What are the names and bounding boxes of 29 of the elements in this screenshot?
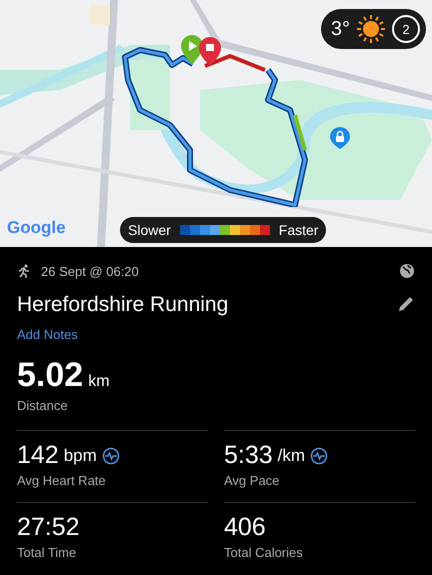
edit-icon[interactable]	[397, 295, 415, 313]
distance-value: 5.02	[17, 356, 84, 395]
map-attribution: Google	[7, 218, 66, 238]
stat-label: Avg Heart Rate	[17, 473, 107, 488]
stat-value: 142	[17, 441, 59, 470]
stat-unit: bpm	[64, 446, 97, 466]
weather-badge[interactable]: 3° 2	[320, 9, 426, 49]
legend-label: Slower	[128, 222, 171, 238]
stat-value: 5:33	[224, 441, 273, 470]
stat-unit: /km	[278, 446, 306, 466]
stat-label: Total Time	[17, 545, 78, 560]
stat-label: Avg Pace	[224, 473, 280, 488]
distance-unit: km	[88, 373, 110, 391]
activity-date: 26 Sept @ 06:20	[41, 264, 139, 278]
lock-pin-icon	[330, 127, 350, 149]
runner-icon	[17, 264, 31, 278]
insight-icon[interactable]	[310, 446, 328, 464]
stat-label: Distance	[17, 398, 69, 413]
add-notes-link[interactable]: Add Notes	[17, 327, 78, 342]
stat-value: 406	[224, 513, 266, 542]
weather-index: 2	[392, 15, 420, 43]
globe-icon[interactable]	[399, 263, 415, 279]
sun-icon	[356, 14, 386, 44]
insight-icon[interactable]	[102, 446, 120, 464]
activity-title: Herefordshire Running	[17, 293, 228, 317]
temperature: 3°	[330, 18, 350, 40]
stat-value: 27:52	[17, 513, 80, 542]
legend-label: Faster	[278, 222, 318, 238]
stat-label: Total Calories	[224, 545, 304, 560]
